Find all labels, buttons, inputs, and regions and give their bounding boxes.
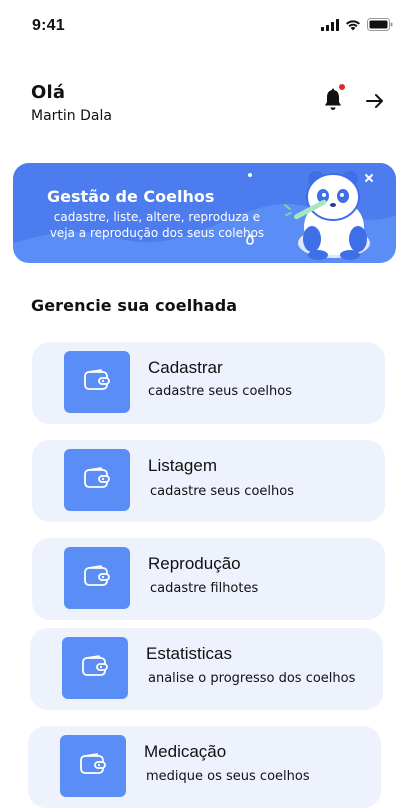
card-subtitle: cadastre filhotes xyxy=(150,581,259,596)
status-bar: 9:41 xyxy=(0,0,415,50)
menu-card-listagem[interactable]: Listagem cadastre seus coelhos xyxy=(32,440,385,522)
card-subtitle: cadastre seus coelhos xyxy=(150,484,294,499)
wallet-icon xyxy=(84,467,110,493)
notification-dot xyxy=(339,84,345,90)
menu-card-cadastrar[interactable]: Cadastrar cadastre seus coelhos xyxy=(32,342,385,424)
greeting: Olá xyxy=(31,82,66,103)
card-title: Estatisticas xyxy=(146,644,232,663)
wallet-icon xyxy=(84,369,110,395)
logout-button[interactable] xyxy=(365,91,385,111)
bell-icon xyxy=(322,88,344,116)
panda-mascot-illustration xyxy=(284,171,373,260)
wallet-icon xyxy=(80,753,106,779)
wallet-icon xyxy=(84,565,110,591)
card-title: Medicação xyxy=(144,742,227,761)
card-title: Listagem xyxy=(148,456,217,475)
battery-icon xyxy=(367,18,393,31)
card-title: Reprodução xyxy=(148,554,241,573)
section-title: Gerencie sua coelhada xyxy=(31,296,238,315)
card-icon-tile xyxy=(62,637,128,699)
menu-card-estatisticas[interactable]: Estatisticas analise o progresso dos coe… xyxy=(30,628,383,710)
card-subtitle: cadastre seus coelhos xyxy=(148,384,292,399)
card-subtitle: analise o progresso dos coelhos xyxy=(148,671,356,686)
menu-card-reproducao[interactable]: Reprodução cadastre filhotes xyxy=(32,538,385,620)
banner-subtitle: cadastre, liste, altere, reproduza e vej… xyxy=(49,210,265,240)
card-icon-tile xyxy=(64,351,130,413)
status-icons xyxy=(321,18,393,31)
wifi-icon xyxy=(345,19,361,31)
wallet-icon xyxy=(82,655,108,681)
arrow-right-icon xyxy=(365,94,385,115)
menu-card-medicacao[interactable]: Medicação medique os seus coelhos xyxy=(28,726,381,808)
status-time: 9:41 xyxy=(32,17,65,34)
banner-title: Gestão de Coelhos xyxy=(47,187,215,206)
user-name: Martin Dala xyxy=(31,108,112,124)
card-icon-tile xyxy=(64,547,130,609)
card-title: Cadastrar xyxy=(148,358,223,377)
signal-icon xyxy=(321,18,339,31)
notifications-button[interactable] xyxy=(322,84,345,112)
card-subtitle: medique os seus coelhos xyxy=(146,769,310,784)
card-icon-tile xyxy=(64,449,130,511)
card-icon-tile xyxy=(60,735,126,797)
banner: Gestão de Coelhos cadastre, liste, alter… xyxy=(13,163,396,263)
